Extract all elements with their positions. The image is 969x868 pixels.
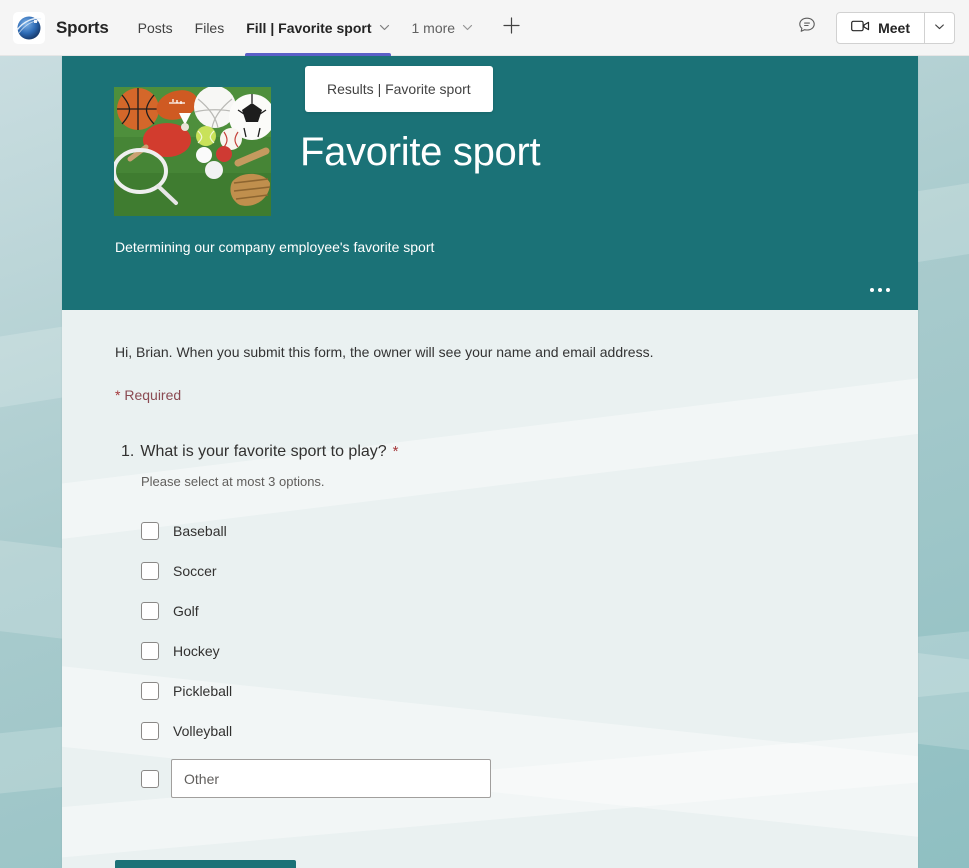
checkbox-volleyball[interactable]: [141, 722, 159, 740]
submit-button[interactable]: Submit: [115, 860, 296, 868]
tab-fill-favorite-sport[interactable]: Fill | Favorite sport: [235, 0, 400, 56]
required-label: Required: [124, 387, 182, 403]
plus-icon: [502, 16, 521, 40]
option-pickleball[interactable]: Pickleball: [141, 671, 918, 711]
chat-bubble-icon: [797, 15, 817, 40]
question-1-hint: Please select at most 3 options.: [141, 474, 325, 489]
option-volleyball[interactable]: Volleyball: [141, 711, 918, 751]
team-name: Sports: [56, 17, 109, 37]
other-text-input[interactable]: [171, 759, 491, 798]
form-banner: Results | Favorite sport Favorite sport …: [62, 56, 918, 310]
option-pickleball-label[interactable]: Pickleball: [173, 683, 232, 699]
checkbox-other[interactable]: [141, 769, 159, 788]
form-more-options-button[interactable]: [864, 282, 896, 298]
tab-posts[interactable]: Posts: [127, 0, 184, 56]
option-baseball[interactable]: Baseball: [141, 511, 918, 551]
tab-more-label: 1 more: [411, 19, 456, 36]
question-1: 1. What is your favorite sport to play? …: [115, 443, 918, 798]
add-tab-button[interactable]: [494, 11, 528, 45]
option-soccer[interactable]: Soccer: [141, 551, 918, 591]
chevron-down-icon[interactable]: [379, 22, 390, 33]
meet-button-label: Meet: [878, 19, 910, 36]
form-body: Hi, Brian. When you submit this form, th…: [62, 310, 918, 868]
question-required-asterisk: *: [392, 443, 399, 460]
tab-bar: Posts Files Fill | Favorite sport 1 more: [127, 0, 528, 56]
chat-button[interactable]: [792, 13, 822, 43]
checkbox-hockey[interactable]: [141, 642, 159, 660]
forms-card: Results | Favorite sport Favorite sport …: [62, 56, 918, 868]
option-hockey[interactable]: Hockey: [141, 631, 918, 671]
question-text: What is your favorite sport to play?: [140, 443, 387, 460]
meet-button-group: Meet: [836, 11, 955, 44]
meet-dropdown-button[interactable]: [924, 12, 954, 43]
video-camera-icon: [851, 19, 870, 36]
ellipsis-icon: [878, 288, 882, 292]
option-golf[interactable]: Golf: [141, 591, 918, 631]
chevron-down-icon: [934, 19, 945, 37]
meet-button[interactable]: Meet: [837, 13, 924, 43]
teams-top-navigation-bar: Sports Posts Files Fill | Favorite sport…: [0, 0, 969, 56]
option-baseball-label[interactable]: Baseball: [173, 523, 227, 539]
required-legend: * Required: [115, 387, 918, 403]
tab-files-label: Files: [194, 19, 225, 36]
tab-more-overflow[interactable]: 1 more: [401, 0, 485, 56]
results-tab-chip[interactable]: Results | Favorite sport: [305, 66, 493, 112]
option-hockey-label[interactable]: Hockey: [173, 643, 220, 659]
checkbox-baseball[interactable]: [141, 522, 159, 540]
sports-equipment-photo: [114, 87, 271, 216]
form-subtitle: Determining our company employee's favor…: [115, 239, 435, 255]
option-other[interactable]: [141, 759, 918, 798]
required-asterisk: *: [115, 387, 121, 403]
topbar-right-actions: Meet: [792, 11, 969, 44]
option-soccer-label[interactable]: Soccer: [173, 563, 217, 579]
tab-files[interactable]: Files: [184, 0, 236, 56]
chevron-down-icon[interactable]: [462, 22, 473, 33]
option-volleyball-label[interactable]: Volleyball: [173, 723, 232, 739]
team-globe-avatar: [13, 11, 45, 44]
checkbox-golf[interactable]: [141, 602, 159, 620]
checkbox-soccer[interactable]: [141, 562, 159, 580]
question-number: 1.: [121, 443, 135, 460]
tab-fill-favorite-sport-label: Fill | Favorite sport: [246, 19, 372, 36]
checkbox-pickleball[interactable]: [141, 682, 159, 700]
ellipsis-icon: [870, 288, 874, 292]
tab-posts-label: Posts: [137, 19, 173, 36]
option-golf-label[interactable]: Golf: [173, 603, 199, 619]
ellipsis-icon: [886, 288, 890, 292]
form-title: Favorite sport: [300, 130, 541, 174]
greeting-text: Hi, Brian. When you submit this form, th…: [115, 344, 654, 360]
question-1-options: Baseball Soccer Golf Hockey Pickleball V…: [141, 511, 918, 798]
question-1-title: 1. What is your favorite sport to play? …: [121, 443, 918, 461]
